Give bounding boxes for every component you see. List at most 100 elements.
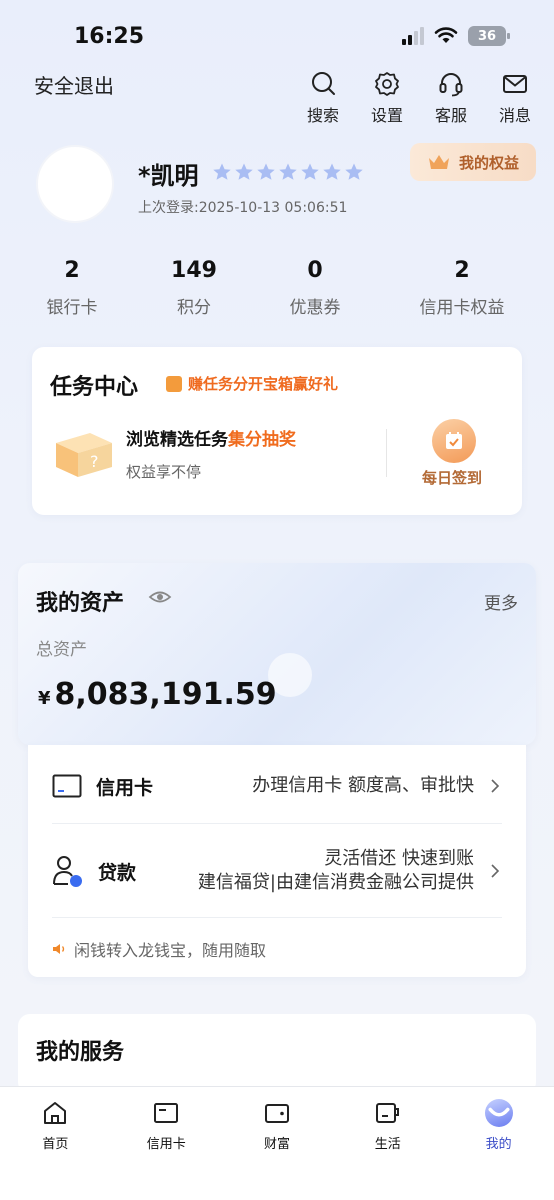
stat-label: 银行卡 (46, 298, 98, 318)
customer-service-label: 客服 (434, 106, 467, 125)
task-center-card: 任务中心 赚任务分开宝箱赢好礼 ? 浏览精选任务集分抽奖 权益享不停 每日签到 (32, 347, 522, 515)
username: *凯明 (138, 162, 199, 190)
divider (386, 429, 387, 477)
last-login-time: 上次登录:2025-10-13 05:06:51 (138, 200, 348, 216)
star-icon (235, 163, 253, 180)
stat-value: 2 (64, 258, 80, 283)
loan-service-desc: 灵活借还 快速到账 建信福贷|由建信消费金融公司提供 (136, 847, 474, 895)
speaker-icon (53, 944, 65, 954)
home-icon (44, 1102, 67, 1124)
star-icon (213, 163, 231, 180)
stat-value: 0 (307, 258, 323, 283)
credit-card-service-row[interactable]: 信用卡 办理信用卡 额度高、审批快 (52, 771, 502, 801)
top-action-bar: 搜索 设置 客服 消息 (302, 70, 536, 126)
divider (52, 917, 502, 918)
task-promo-text: 赚任务分开宝箱赢好礼 (188, 375, 339, 393)
task-center-title: 任务中心 (50, 375, 139, 400)
eye-icon[interactable] (148, 585, 172, 609)
total-assets-label: 总资产 (36, 640, 87, 660)
my-assets-card[interactable]: 我的资产 更多 总资产 ¥ 8,083,191.59 (18, 563, 536, 745)
mail-icon (503, 75, 527, 93)
chevron-right-icon (491, 864, 500, 878)
bottom-tab-bar: 首页 信用卡 财富 生活 我的 (0, 1086, 554, 1200)
settings-button[interactable]: 设置 (366, 70, 408, 126)
tab-life-label: 生活 (374, 1137, 401, 1152)
tab-home[interactable]: 首页 (0, 1087, 111, 1200)
stat-credit-card-rights[interactable]: 2 信用卡权益 (420, 258, 505, 318)
credit-card-service-name: 信用卡 (96, 776, 154, 799)
search-label: 搜索 (306, 106, 339, 125)
stat-bank-cards[interactable]: 2 银行卡 (47, 258, 98, 318)
loan-desc-line1: 灵活借还 快速到账 (324, 848, 474, 869)
stat-value: 2 (454, 258, 470, 283)
daily-checkin-button[interactable] (432, 419, 476, 463)
stat-label: 优惠券 (289, 298, 341, 318)
status-icons: 36 (402, 26, 510, 46)
logout-button[interactable]: 安全退出 (34, 70, 114, 99)
star-icon (323, 163, 341, 180)
tab-life[interactable]: 生活 (332, 1087, 443, 1200)
my-rights-label: 我的权益 (458, 153, 519, 172)
crown-icon (428, 155, 449, 169)
me-icon (484, 1099, 513, 1127)
my-rights-button[interactable]: 我的权益 (410, 143, 536, 181)
gear-icon (375, 72, 399, 96)
tab-credit-card[interactable]: 信用卡 (111, 1087, 222, 1200)
task-promo-link[interactable]: 赚任务分开宝箱赢好礼 (166, 373, 338, 394)
treasure-chest-icon (166, 375, 182, 392)
star-icon (257, 163, 275, 180)
stat-coupons[interactable]: 0 优惠券 (290, 258, 341, 318)
tab-wealth-label: 财富 (263, 1137, 290, 1152)
chevron-right-icon (491, 779, 500, 793)
my-services-card: 我的服务 (18, 1014, 536, 1094)
my-services-title: 我的服务 (36, 1040, 125, 1065)
settings-label: 设置 (370, 106, 403, 125)
stat-label: 信用卡权益 (419, 298, 505, 318)
gift-box-icon: ? (56, 433, 112, 477)
headset-icon (439, 73, 463, 97)
messages-button[interactable]: 消息 (494, 70, 536, 126)
member-level-stars (212, 162, 364, 182)
divider (52, 823, 502, 824)
star-icon (345, 163, 363, 180)
tab-wealth[interactable]: 财富 (222, 1087, 333, 1200)
notice-text: 闲钱转入龙钱宝，随用随取 (74, 941, 267, 960)
tab-me[interactable]: 我的 (443, 1087, 554, 1200)
loan-service-name: 贷款 (98, 861, 137, 884)
my-assets-title: 我的资产 (36, 591, 125, 616)
tab-credit-card-label: 信用卡 (146, 1137, 186, 1152)
assets-more-link[interactable]: 更多 (484, 589, 518, 614)
search-button[interactable]: 搜索 (302, 70, 344, 126)
wifi-icon (434, 27, 458, 43)
task-subtext: 权益享不停 (126, 463, 202, 481)
stat-value: 149 (171, 258, 217, 283)
credit-card-icon (154, 1103, 179, 1123)
task-browse-highlight: 集分抽奖 (228, 430, 296, 450)
user-loan-icon (53, 856, 82, 887)
credit-card-icon (52, 774, 82, 798)
cellular-signal-icon (402, 27, 424, 45)
credit-card-service-desc: 办理信用卡 额度高、审批快 (252, 775, 474, 796)
battery-indicator: 36 (468, 26, 510, 46)
search-icon (312, 72, 335, 95)
svg-text:?: ? (90, 452, 99, 471)
notice-bar[interactable]: 闲钱转入龙钱宝，随用随取 (52, 937, 266, 961)
currency-symbol: ¥ (38, 688, 51, 709)
calendar-check-icon (446, 432, 462, 449)
daily-checkin-label[interactable]: 每日签到 (422, 467, 482, 488)
stat-points[interactable]: 149 积分 (171, 258, 217, 318)
star-icon (279, 163, 297, 180)
services-list-card: 信用卡 办理信用卡 额度高、审批快 贷款 灵活借还 快速到账 建信福贷|由建信消… (28, 745, 526, 977)
loan-service-row[interactable]: 贷款 灵活借还 快速到账 建信福贷|由建信消费金融公司提供 (52, 845, 502, 897)
cup-icon (375, 1103, 399, 1123)
customer-service-button[interactable]: 客服 (430, 70, 472, 126)
total-assets-value: ¥ 8,083,191.59 (38, 677, 277, 712)
star-icon (301, 163, 319, 180)
tab-home-label: 首页 (42, 1137, 69, 1152)
avatar[interactable] (36, 145, 114, 223)
total-assets-amount: 8,083,191.59 (54, 677, 277, 712)
tab-me-label: 我的 (485, 1137, 512, 1152)
status-time: 16:25 (74, 24, 145, 49)
wallet-icon (264, 1104, 289, 1123)
task-browse-text[interactable]: 浏览精选任务集分抽奖 (126, 425, 296, 450)
